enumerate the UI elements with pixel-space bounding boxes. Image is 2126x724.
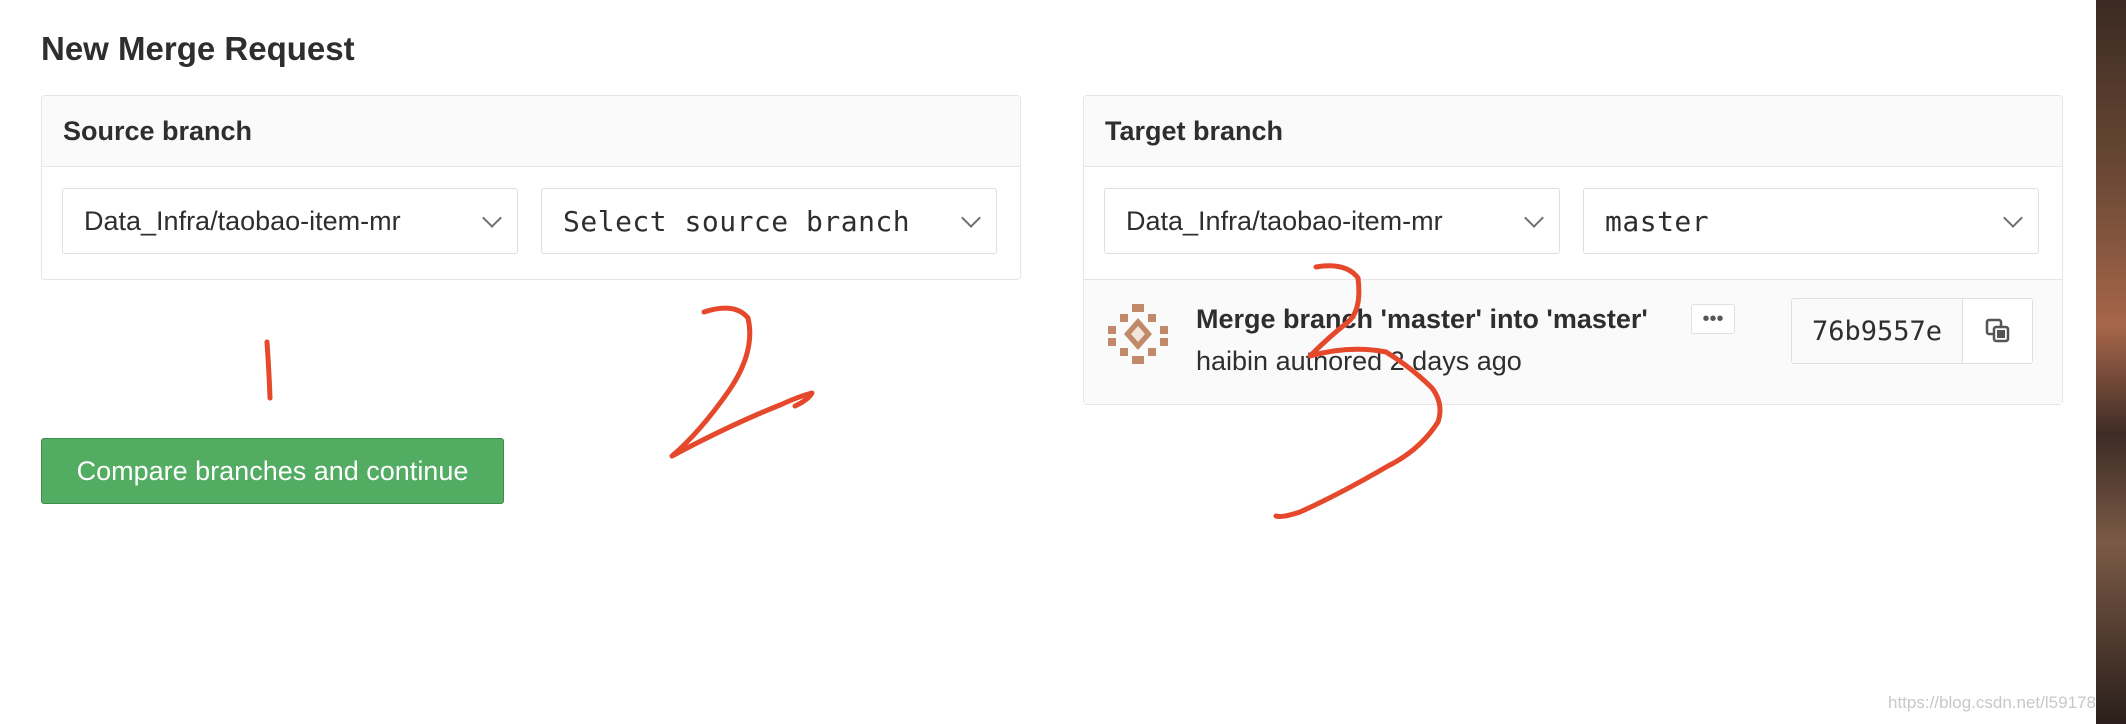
copy-sha-button[interactable] [1963, 298, 2034, 364]
source-project-value: Data_Infra/taobao-item-mr [84, 205, 401, 236]
target-project-dropdown[interactable]: Data_Infra/taobao-item-mr [1104, 188, 1560, 254]
chevron-down-icon [1524, 208, 1544, 228]
source-branch-value: Select source branch [563, 204, 911, 238]
target-branch-value: master [1605, 204, 1710, 238]
target-project-value: Data_Infra/taobao-item-mr [1126, 205, 1443, 236]
commit-sha-group: 76b9557e [1791, 298, 2034, 364]
chevron-down-icon [482, 208, 502, 228]
commit-meta: haibin authored 2 days ago [1196, 346, 1522, 376]
source-project-dropdown[interactable]: Data_Infra/taobao-item-mr [62, 188, 518, 254]
target-branch-dropdown[interactable]: master [1583, 188, 2039, 254]
desktop-background [2096, 0, 2126, 724]
last-commit-row: Merge branch 'master' into 'master' ••• … [1084, 279, 2062, 404]
commit-sha[interactable]: 76b9557e [1791, 298, 1964, 364]
chevron-down-icon [2003, 208, 2023, 228]
merge-request-page: New Merge Request Source branch Data_Inf… [0, 0, 2126, 724]
commit-expand-button[interactable]: ••• [1691, 304, 1735, 334]
compare-branches-button[interactable]: Compare branches and continue [41, 438, 504, 504]
watermark: https://blog.csdn.net/l591781027 [1888, 693, 2126, 712]
page-title: New Merge Request [41, 30, 355, 67]
copy-icon [1985, 318, 2009, 343]
target-branch-header: Target branch [1084, 96, 2062, 167]
identicon-avatar [1108, 304, 1168, 364]
source-branch-header: Source branch [42, 96, 1020, 167]
commit-title[interactable]: Merge branch 'master' into 'master' [1196, 304, 1648, 335]
chevron-down-icon [961, 208, 981, 228]
source-branch-dropdown[interactable]: Select source branch [541, 188, 997, 254]
